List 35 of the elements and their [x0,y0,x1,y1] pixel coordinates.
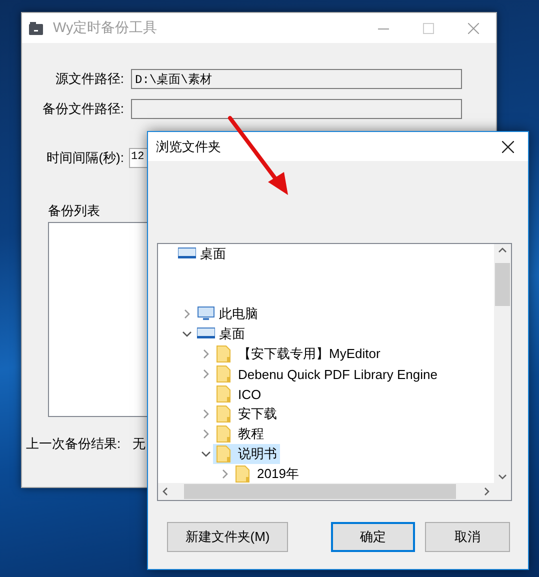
dialog-button[interactable]: 确定 [331,522,415,552]
app-icon [29,22,43,34]
dialog-button[interactable]: 新建文件夹(M) [167,522,288,552]
path-field[interactable]: D:\桌面\素材 [131,69,462,89]
dialog-title: 浏览文件夹 [156,138,222,156]
scroll-right-icon [484,487,490,496]
tree-item[interactable]: 此电脑 [194,304,261,324]
field-label: 时间间隔(秒): [46,149,124,167]
scrollbar-thumb[interactable] [184,484,456,499]
field-label: 源文件路径: [54,70,124,88]
tree-item[interactable]: 桌面 [194,324,248,344]
scrollbar-thumb[interactable] [495,263,510,306]
tree-item[interactable]: ICO [213,384,264,404]
scroll-down-icon [498,474,507,480]
close-icon [502,140,514,152]
tree-item[interactable]: 【安下载专用】MyEditor [213,344,384,364]
computer-icon [197,305,215,323]
dialog-button[interactable]: 取消 [425,522,510,552]
scroll-left-icon [162,487,168,496]
tree-item[interactable]: 说明书 [213,444,280,464]
close-icon [468,22,479,34]
scroll-up-icon [498,247,507,253]
tree-item[interactable]: 教程 [213,424,267,444]
tree-item[interactable]: 安下载 [213,404,280,424]
result-label: 上一次备份结果: [26,435,121,453]
list-label: 备份列表 [48,202,100,220]
tree-item[interactable]: 2019年 [232,464,302,483]
maximize-icon [423,22,434,34]
field-label: 备份文件路径: [41,100,124,118]
window-title: Wy定时备份工具 [53,19,158,37]
tree-item[interactable]: Debenu Quick PDF Library Engine [213,364,440,384]
path-field[interactable] [131,99,462,119]
tree-item[interactable]: 桌面 [175,244,229,264]
folder-tree[interactable]: 桌面 此电脑 桌面 【安下载专用】MyEditor Debenu Quick PDF Library Engine ICO 安下载 教程 说明书 2019年 [157,243,512,501]
result-value: 无 [132,435,146,453]
